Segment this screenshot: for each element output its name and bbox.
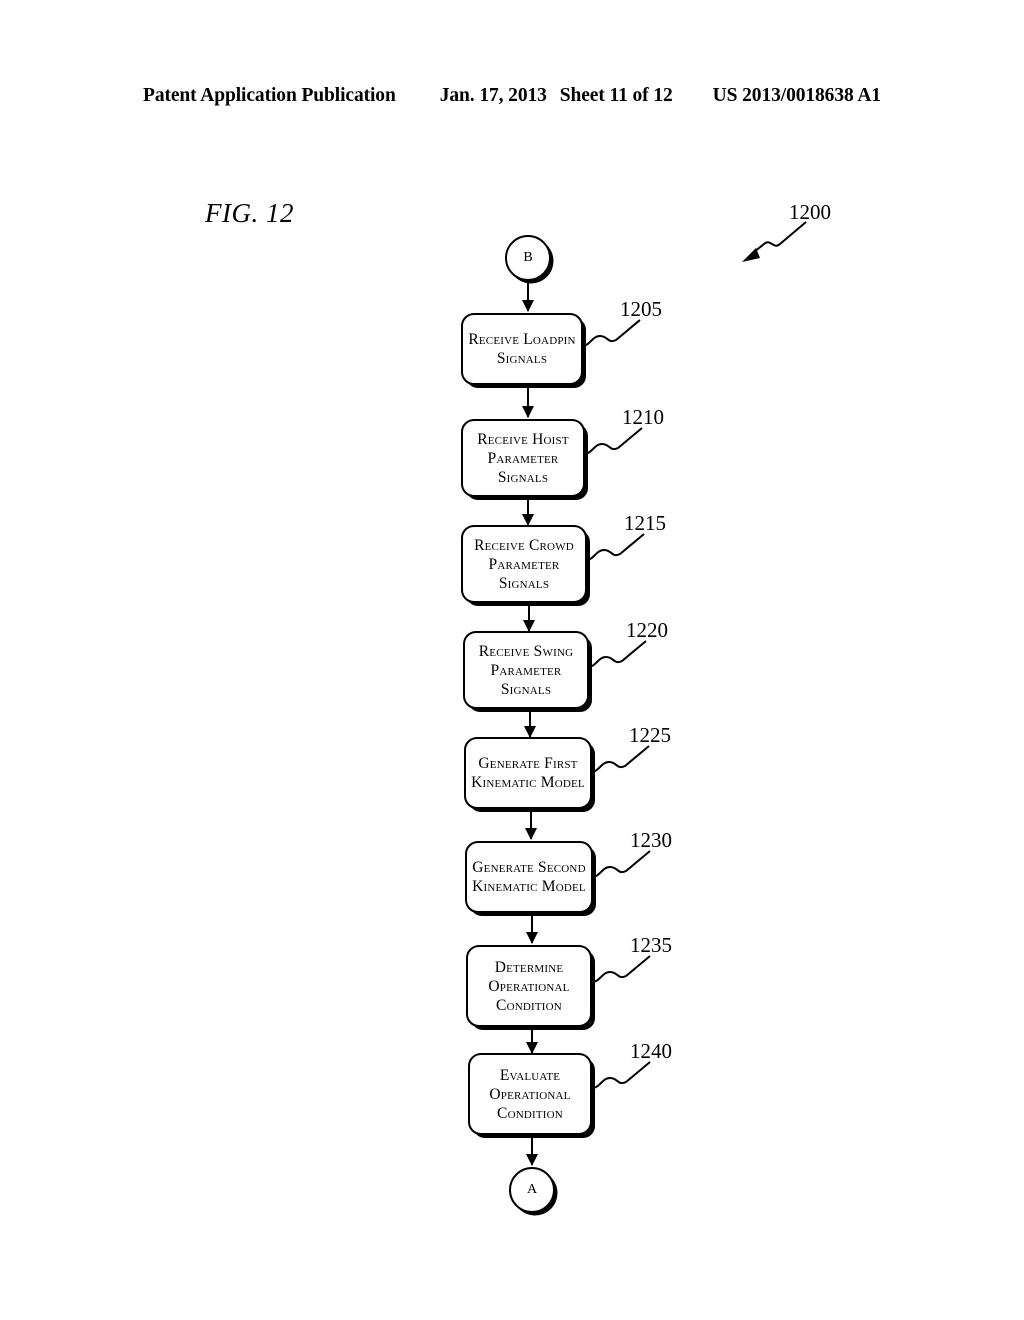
flow-arrow-b-to-1205 [527, 281, 529, 311]
flow-step-1230-line-1: Generate Second [472, 859, 586, 876]
flow-arrow-1205-to-1210 [527, 385, 529, 417]
flow-step-1215-line-2: Parameter [488, 555, 560, 573]
flow-step-1220: Receive Swing Parameter Signals [463, 631, 589, 709]
flow-step-1205-line-2: Signals [496, 350, 548, 367]
flow-step-1240: Evaluate Operational Condition [468, 1053, 592, 1135]
flow-leader-line-1235 [591, 955, 651, 983]
flow-arrow-1210-to-1215 [527, 497, 529, 525]
flow-step-1225-line-1: Generate First [478, 755, 578, 772]
flow-step-1220-line-3: Signals [500, 680, 552, 698]
flow-step-1225-line-2: Kinematic Model [471, 774, 585, 791]
flow-step-1215-line-3: Signals [498, 574, 550, 592]
flow-step-1210-line-2: Parameter [487, 449, 559, 467]
flow-step-1235: Determine Operational Condition [466, 945, 592, 1027]
flow-step-1235-line-2: Operational [488, 977, 570, 995]
flow-leader-line-1205 [581, 319, 641, 347]
flow-step-1220-line-1: Receive Swing [478, 642, 574, 660]
flow-step-1210: Receive Hoist Parameter Signals [461, 419, 585, 497]
flow-leader-line-1230 [591, 850, 651, 878]
flow-arrow-1225-to-1230 [530, 809, 532, 839]
flow-arrow-1230-to-1235 [531, 913, 533, 943]
flow-step-1230: Generate Second Kinematic Model [465, 841, 593, 913]
flow-arrow-1215-to-1220 [528, 603, 530, 631]
flow-step-1210-line-3: Signals [497, 468, 549, 486]
flow-arrow-1235-to-1240 [531, 1027, 533, 1053]
flow-step-1225: Generate First Kinematic Model [464, 737, 592, 809]
flow-connector-a: A [509, 1167, 555, 1213]
flow-step-1240-line-2: Operational [489, 1085, 571, 1103]
flow-connector-a-label: A [526, 1182, 538, 1197]
flowchart-figure-12: B Receive Loadpin Signals 1205 Receive H… [0, 0, 1024, 1320]
flow-connector-b-label: B [523, 250, 533, 265]
flow-step-1205-line-1: Receive Loadpin [468, 331, 576, 348]
flow-step-1230-line-2: Kinematic Model [472, 878, 586, 895]
flow-leader-line-1225 [590, 745, 650, 773]
flow-step-1235-line-3: Condition [496, 996, 562, 1014]
flow-leader-line-1240 [591, 1061, 651, 1089]
flow-step-1240-line-3: Condition [497, 1104, 563, 1122]
flow-leader-line-1215 [585, 533, 645, 561]
flow-step-1240-line-1: Evaluate [499, 1066, 561, 1084]
flow-arrow-1240-to-a [531, 1135, 533, 1165]
flow-connector-b: B [505, 235, 551, 281]
flow-leader-line-1220 [587, 640, 647, 668]
flow-step-1205: Receive Loadpin Signals [461, 313, 583, 385]
flow-step-1220-line-2: Parameter [490, 661, 562, 679]
flow-arrow-1220-to-1225 [529, 709, 531, 737]
flow-leader-line-1210 [583, 427, 643, 455]
flow-step-1215: Receive Crowd Parameter Signals [461, 525, 587, 603]
flow-step-1210-line-1: Receive Hoist [477, 430, 569, 448]
flow-step-1235-line-1: Determine [494, 958, 564, 976]
flow-step-1215-line-1: Receive Crowd [474, 536, 574, 554]
